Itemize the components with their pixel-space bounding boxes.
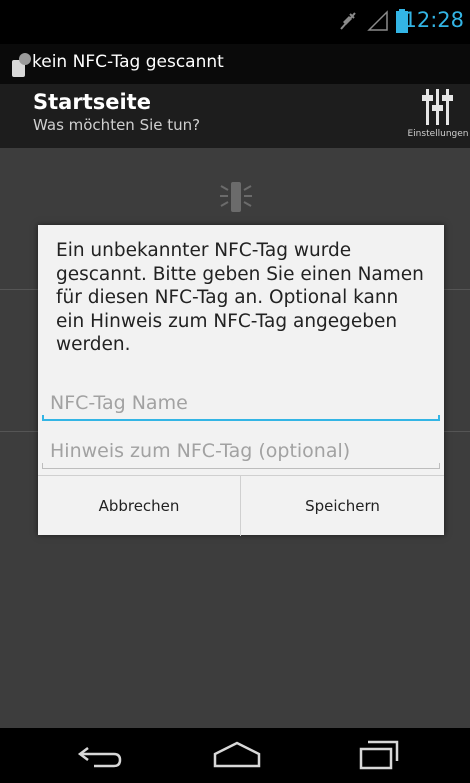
field-underline-tick xyxy=(438,415,440,421)
field-underline-tick xyxy=(42,463,43,469)
field-underline xyxy=(42,419,440,421)
recent-apps-icon[interactable] xyxy=(358,739,400,775)
dialog-message: Ein unbekannter NFC-Tag wurde gescannt. … xyxy=(56,240,424,355)
back-icon[interactable] xyxy=(74,742,126,774)
signal-icon xyxy=(367,8,389,36)
settings-button[interactable]: Einstellungen xyxy=(406,84,470,148)
page-subtitle: Was möchten Sie tun? xyxy=(33,116,201,134)
save-button[interactable]: Speichern xyxy=(241,476,444,536)
nfc-tag-name-field[interactable] xyxy=(42,385,440,425)
home-icon[interactable] xyxy=(212,740,262,774)
mute-icon xyxy=(338,10,358,36)
dialog-button-bar: Abbrechen Speichern xyxy=(38,475,444,536)
sliders-icon xyxy=(420,87,456,131)
settings-label: Einstellungen xyxy=(407,129,469,139)
field-underline xyxy=(42,468,440,469)
nfc-icon xyxy=(219,176,253,220)
nfc-tag-name-input[interactable] xyxy=(42,385,430,421)
notification-bar[interactable]: kein NFC-Tag gescannt xyxy=(0,44,470,84)
nfc-tag-hint-field[interactable] xyxy=(42,433,440,473)
navigation-bar xyxy=(0,728,470,783)
status-time: 12:28 xyxy=(403,8,464,32)
nfc-tag-icon xyxy=(10,51,32,83)
action-bar: Startseite Was möchten Sie tun? Einstell… xyxy=(0,84,470,148)
page-title: Startseite xyxy=(33,90,151,114)
field-underline-tick xyxy=(42,415,44,421)
notification-text: kein NFC-Tag gescannt xyxy=(32,52,224,72)
status-bar: 12:28 xyxy=(0,0,470,44)
dialog: Ein unbekannter NFC-Tag wurde gescannt. … xyxy=(38,225,444,536)
nfc-tag-hint-input[interactable] xyxy=(42,433,430,469)
cancel-button[interactable]: Abbrechen xyxy=(38,476,241,536)
field-underline-tick xyxy=(439,463,440,469)
